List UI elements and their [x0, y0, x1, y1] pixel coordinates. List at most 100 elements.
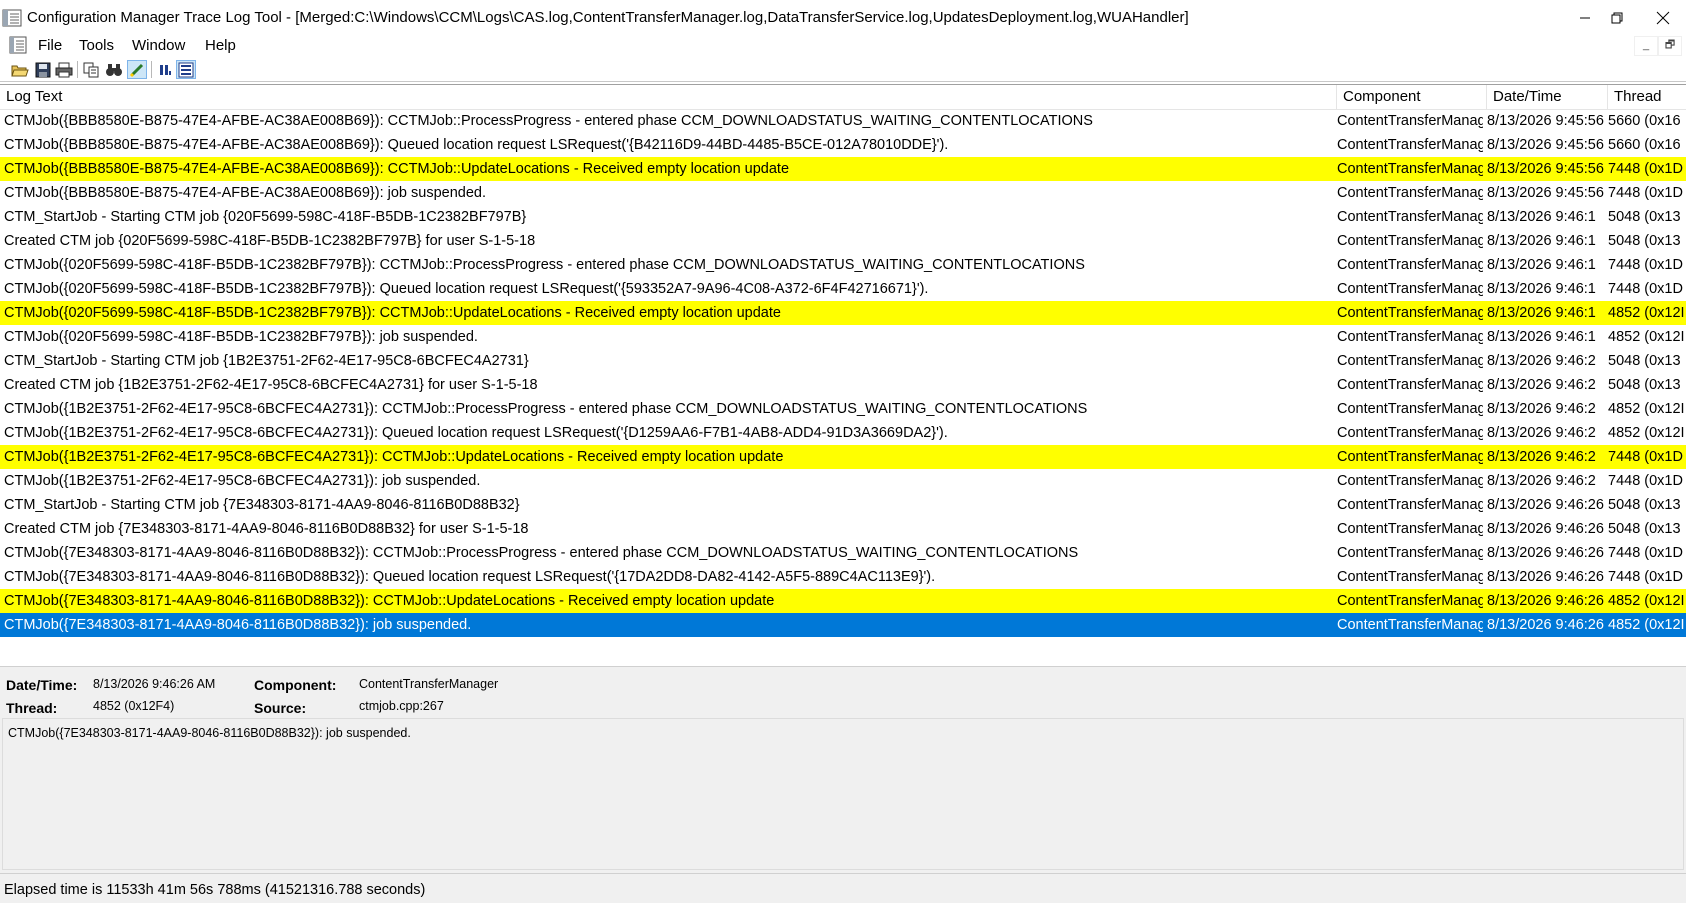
table-row[interactable]: CTMJob({BBB8580E-B875-47E4-AFBE-AC38AE00… — [0, 181, 1686, 205]
table-row[interactable]: CTM_StartJob - Starting CTM job {7E34830… — [0, 493, 1686, 517]
title-bar: Configuration Manager Trace Log Tool - [… — [0, 0, 1686, 36]
log-text-cell: CTMJob({BBB8580E-B875-47E4-AFBE-AC38AE00… — [4, 161, 790, 177]
datetime-cell: 8/13/2026 9:46:26 — [1487, 569, 1604, 585]
column-header-datetime[interactable]: Date/Time — [1487, 85, 1608, 109]
log-text-cell: CTMJob({BBB8580E-B875-47E4-AFBE-AC38AE00… — [4, 185, 487, 201]
menu-bar: File Tools Window Help _ 🗗 — [0, 34, 1686, 56]
table-row[interactable]: CTMJob({7E348303-8171-4AA9-8046-8116B0D8… — [0, 589, 1686, 613]
mdi-minimize-button[interactable]: _ — [1634, 36, 1658, 56]
highlight-icon[interactable] — [127, 60, 147, 79]
column-header-thread[interactable]: Thread — [1608, 85, 1686, 109]
table-row[interactable]: CTMJob({1B2E3751-2F62-4E17-95C8-6BCFEC4A… — [0, 421, 1686, 445]
table-row[interactable]: CTMJob({BBB8580E-B875-47E4-AFBE-AC38AE00… — [0, 109, 1686, 133]
table-row[interactable]: Created CTM job {7E348303-8171-4AA9-8046… — [0, 517, 1686, 541]
component-cell: ContentTransferManag — [1337, 113, 1483, 129]
datetime-cell: 8/13/2026 9:46:26 — [1487, 617, 1604, 633]
restore-button[interactable] — [1594, 0, 1640, 36]
datetime-cell: 8/13/2026 9:46:2 — [1487, 425, 1596, 441]
table-row[interactable]: Created CTM job {020F5699-598C-418F-B5DB… — [0, 229, 1686, 253]
datetime-cell: 8/13/2026 9:46:1 — [1487, 209, 1596, 225]
table-row[interactable]: CTMJob({BBB8580E-B875-47E4-AFBE-AC38AE00… — [0, 157, 1686, 181]
log-text-cell: CTM_StartJob - Starting CTM job {7E34830… — [4, 497, 520, 513]
component-cell: ContentTransferManag — [1337, 497, 1483, 513]
print-icon[interactable] — [54, 60, 74, 79]
log-list[interactable]: Log Text Component Date/Time Thread CTMJ… — [0, 84, 1686, 667]
component-cell: ContentTransferManag — [1337, 545, 1483, 561]
component-cell: ContentTransferManag — [1337, 377, 1483, 393]
save-icon[interactable] — [33, 60, 53, 79]
thread-cell: 4852 (0x12I — [1608, 425, 1685, 441]
component-cell: ContentTransferManag — [1337, 209, 1483, 225]
log-header: Log Text Component Date/Time Thread — [0, 85, 1686, 110]
mdi-restore-button[interactable]: 🗗 — [1658, 36, 1682, 56]
column-header-log-text[interactable]: Log Text — [0, 85, 1337, 109]
table-row[interactable]: CTMJob({BBB8580E-B875-47E4-AFBE-AC38AE00… — [0, 133, 1686, 157]
component-cell: ContentTransferManag — [1337, 137, 1483, 153]
component-cell: ContentTransferManag — [1337, 425, 1483, 441]
menu-file[interactable]: File — [38, 37, 62, 54]
table-row[interactable]: CTMJob({1B2E3751-2F62-4E17-95C8-6BCFEC4A… — [0, 445, 1686, 469]
table-row[interactable]: CTMJob({020F5699-598C-418F-B5DB-1C2382BF… — [0, 253, 1686, 277]
close-button[interactable] — [1640, 0, 1686, 36]
table-row[interactable]: CTM_StartJob - Starting CTM job {020F569… — [0, 205, 1686, 229]
log-text-cell: CTMJob({020F5699-598C-418F-B5DB-1C2382BF… — [4, 329, 478, 345]
table-row[interactable]: CTM_StartJob - Starting CTM job {1B2E375… — [0, 349, 1686, 373]
log-text-cell: CTMJob({020F5699-598C-418F-B5DB-1C2382BF… — [4, 281, 929, 297]
table-row[interactable]: CTMJob({1B2E3751-2F62-4E17-95C8-6BCFEC4A… — [0, 397, 1686, 421]
component-cell: ContentTransferManag — [1337, 353, 1483, 369]
detail-pane: Date/Time: 8/13/2026 9:46:26 AM Componen… — [0, 666, 1686, 874]
datetime-value: 8/13/2026 9:46:26 AM — [93, 677, 216, 691]
document-icon[interactable] — [8, 35, 28, 55]
thread-cell: 5660 (0x16 — [1608, 113, 1681, 129]
datetime-cell: 8/13/2026 9:46:1 — [1487, 257, 1596, 273]
copy-icon[interactable] — [82, 60, 102, 79]
log-text-cell: CTMJob({BBB8580E-B875-47E4-AFBE-AC38AE00… — [4, 137, 949, 153]
message-box[interactable] — [2, 718, 1684, 870]
toolbar-separator — [77, 61, 78, 78]
table-row[interactable]: CTMJob({020F5699-598C-418F-B5DB-1C2382BF… — [0, 301, 1686, 325]
column-header-component[interactable]: Component — [1337, 85, 1487, 109]
datetime-cell: 8/13/2026 9:46:26 — [1487, 497, 1604, 513]
component-cell: ContentTransferManag — [1337, 233, 1483, 249]
pause-icon[interactable] — [155, 60, 175, 79]
table-row[interactable]: CTMJob({020F5699-598C-418F-B5DB-1C2382BF… — [0, 277, 1686, 301]
restore-icon — [1611, 12, 1623, 24]
thread-label: Thread: — [6, 700, 58, 716]
thread-cell: 7448 (0x1D — [1608, 257, 1683, 273]
table-row[interactable]: CTMJob({7E348303-8171-4AA9-8046-8116B0D8… — [0, 541, 1686, 565]
menu-tools[interactable]: Tools — [79, 37, 114, 54]
component-cell: ContentTransferManag — [1337, 449, 1483, 465]
thread-cell: 4852 (0x12I — [1608, 329, 1685, 345]
component-cell: ContentTransferManag — [1337, 257, 1483, 273]
datetime-cell: 8/13/2026 9:46:1 — [1487, 305, 1596, 321]
datetime-cell: 8/13/2026 9:46:26 — [1487, 521, 1604, 537]
detail-message: CTMJob({7E348303-8171-4AA9-8046-8116B0D8… — [8, 726, 411, 740]
table-row[interactable]: Created CTM job {1B2E3751-2F62-4E17-95C8… — [0, 373, 1686, 397]
find-icon[interactable] — [104, 60, 124, 79]
status-bar: Elapsed time is 11533h 41m 56s 788ms (41… — [0, 873, 1686, 903]
table-row[interactable]: CTMJob({7E348303-8171-4AA9-8046-8116B0D8… — [0, 565, 1686, 589]
thread-cell: 4852 (0x12I — [1608, 401, 1685, 417]
datetime-cell: 8/13/2026 9:46:2 — [1487, 401, 1596, 417]
component-cell: ContentTransferManag — [1337, 305, 1483, 321]
log-text-cell: CTMJob({1B2E3751-2F62-4E17-95C8-6BCFEC4A… — [4, 473, 481, 489]
thread-cell: 7448 (0x1D — [1608, 473, 1683, 489]
log-text-cell: CTMJob({7E348303-8171-4AA9-8046-8116B0D8… — [4, 569, 936, 585]
toolbar-separator — [151, 61, 152, 78]
menu-window[interactable]: Window — [132, 37, 185, 54]
open-icon[interactable] — [10, 60, 30, 79]
menu-help[interactable]: Help — [205, 37, 236, 54]
table-row[interactable]: CTMJob({020F5699-598C-418F-B5DB-1C2382BF… — [0, 325, 1686, 349]
datetime-label: Date/Time: — [6, 677, 78, 693]
thread-cell: 5048 (0x13 — [1608, 521, 1681, 537]
log-text-cell: CTMJob({7E348303-8171-4AA9-8046-8116B0D8… — [4, 593, 775, 609]
table-row[interactable]: CTMJob({1B2E3751-2F62-4E17-95C8-6BCFEC4A… — [0, 469, 1686, 493]
log-text-cell: Created CTM job {7E348303-8171-4AA9-8046… — [4, 521, 529, 537]
log-text-cell: CTMJob({020F5699-598C-418F-B5DB-1C2382BF… — [4, 257, 1085, 273]
table-row[interactable]: CTMJob({7E348303-8171-4AA9-8046-8116B0D8… — [0, 613, 1686, 637]
close-icon — [1656, 11, 1670, 25]
columns-icon[interactable] — [176, 60, 196, 79]
elapsed-time-status: Elapsed time is 11533h 41m 56s 788ms (41… — [4, 882, 426, 898]
component-cell: ContentTransferManag — [1337, 401, 1483, 417]
component-label: Component: — [254, 677, 337, 693]
